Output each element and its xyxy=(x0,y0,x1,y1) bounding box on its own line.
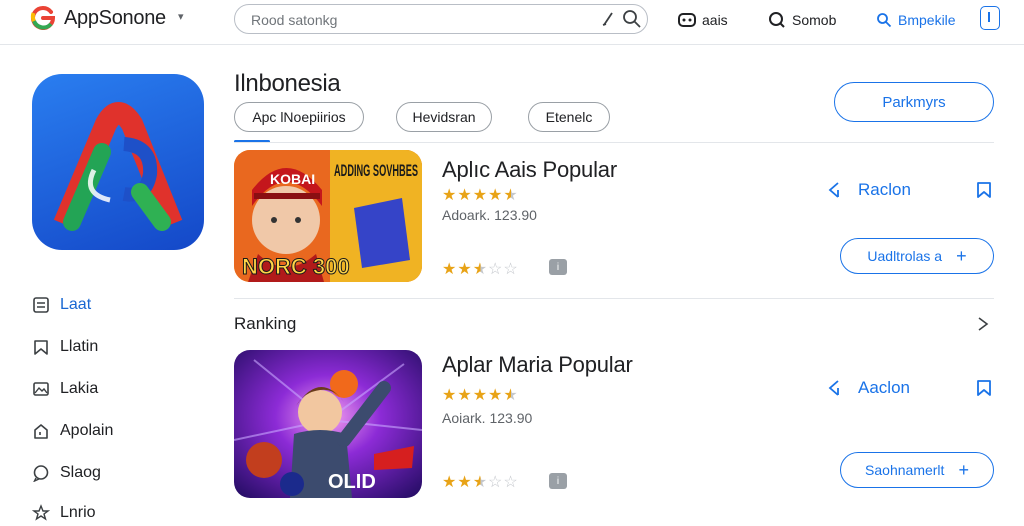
chevron-down-icon[interactable]: ▾ xyxy=(178,10,184,23)
star-icon: ★ xyxy=(457,261,473,278)
thumb-caption: ADDING SOVHBES xyxy=(334,161,418,180)
nav-link-search[interactable]: Somob xyxy=(768,8,836,32)
thumb-caption: NORC 300 xyxy=(242,254,350,279)
star-icon: ★ xyxy=(472,387,489,404)
tab-reviews[interactable]: Hevidsran xyxy=(396,102,492,132)
gamepad-icon xyxy=(678,13,696,27)
chat-bubble-icon xyxy=(769,12,785,28)
sidebar-item-label: Lnrio xyxy=(60,504,96,521)
image-icon xyxy=(33,382,49,396)
share-icon xyxy=(828,182,839,198)
search-bar xyxy=(234,4,648,34)
tab-details[interactable]: Etenelc xyxy=(528,102,610,132)
plus-icon: + xyxy=(958,459,969,480)
thumb-badge-text: KOBAI xyxy=(270,171,315,187)
chat-icon xyxy=(33,465,49,482)
install-button[interactable]: Uadltrolas a + xyxy=(840,238,994,274)
install-button[interactable]: Saohnamerlt + xyxy=(840,452,994,488)
nav-label: Bmpekile xyxy=(898,12,956,28)
rating-stars: ★★★☆☆ xyxy=(442,259,519,279)
star-icon: ★ xyxy=(442,387,458,404)
app-logo-icon xyxy=(32,74,204,250)
plus-icon: + xyxy=(956,245,967,266)
rating-stars: ★★★★★ xyxy=(442,385,519,405)
list-icon xyxy=(33,297,49,313)
home-icon xyxy=(34,424,48,439)
sidebar-item-label: Apolain xyxy=(60,422,114,439)
star-icon: ☆ xyxy=(488,261,504,278)
brand-name[interactable]: AppSonone xyxy=(64,7,166,30)
star-icon: ★ xyxy=(442,187,458,204)
star-icon: ☆ xyxy=(488,474,504,491)
section-title: Ranking xyxy=(234,314,297,333)
star-icon: ★ xyxy=(457,387,473,404)
top-bar: AppSonone ▾ aais Somob Bmpekile xyxy=(0,0,1024,45)
star-icon: ★ xyxy=(472,187,489,204)
app-thumbnail[interactable]: KOBAI ADDING SOVHBES NORC 300 xyxy=(234,150,422,282)
nav-link-account[interactable]: Bmpekile xyxy=(876,8,956,32)
app-meta: Aoiark. 123.90 xyxy=(442,410,533,426)
sidebar-item-label: Lakia xyxy=(60,380,99,397)
bookmark-icon[interactable] xyxy=(976,379,992,397)
star-icon: ★ xyxy=(457,187,473,204)
rating-stars: ★★★★★ xyxy=(442,185,519,205)
bookmark-icon xyxy=(34,340,48,355)
sidebar-item-apolain[interactable]: Apolain xyxy=(32,418,182,444)
chevron-right-icon[interactable] xyxy=(976,316,990,332)
action-label: Raclon xyxy=(858,180,911,199)
star-icon: ★ xyxy=(442,261,458,278)
search-input[interactable] xyxy=(249,10,583,30)
share-link[interactable]: Aaclon xyxy=(826,378,910,398)
sidebar-item-label: Slaog xyxy=(60,464,101,481)
sidebar-item-label: Llatin xyxy=(60,338,99,355)
share-link[interactable]: Raclon xyxy=(826,180,911,200)
star-icon: ★ xyxy=(488,387,504,404)
nav-label: aais xyxy=(702,12,728,28)
info-badge: i xyxy=(549,473,567,489)
sidebar-item-laat[interactable]: Laat xyxy=(32,292,182,318)
nav-label: Somob xyxy=(792,12,837,28)
bookmark-icon[interactable] xyxy=(976,181,992,199)
nav-link-games[interactable]: aais xyxy=(678,8,728,32)
star-icon: ★ xyxy=(503,187,519,204)
sidebar-item-lakia[interactable]: Lakia xyxy=(32,376,182,402)
star-icon: ★ xyxy=(442,474,458,491)
primary-action-button[interactable]: Parkmyrs xyxy=(834,82,994,122)
thumb-caption: OLID xyxy=(328,471,376,493)
app-title[interactable]: Aplıc Aais Popular xyxy=(442,157,617,183)
sidebar-item-slaog[interactable]: Slaog xyxy=(32,460,182,486)
brand-logo-icon[interactable] xyxy=(30,4,56,30)
sidebar-item-label: Laat xyxy=(60,296,92,313)
pill-label: Saohnamerlt xyxy=(865,462,945,478)
star-icon xyxy=(32,504,50,521)
sidebar-item-lnrio[interactable]: Lnrio xyxy=(32,500,182,526)
star-icon: ★ xyxy=(503,387,519,404)
star-icon: ★ xyxy=(488,187,504,204)
app-meta: Adoark. 123.90 xyxy=(442,207,537,223)
rating-stars: ★★★☆☆ xyxy=(442,472,519,492)
divider xyxy=(234,142,994,143)
search-icon xyxy=(877,13,892,28)
info-badge: i xyxy=(549,259,567,275)
pill-label: Uadltrolas a xyxy=(867,248,943,264)
account-button[interactable] xyxy=(980,6,1000,30)
star-icon: ★ xyxy=(457,474,473,491)
action-label: Aaclon xyxy=(858,378,910,397)
star-icon: ★ xyxy=(472,474,489,491)
sidebar-item-llatin[interactable]: Llatin xyxy=(32,334,182,360)
tab-apps[interactable]: Apc lNoepiirios xyxy=(234,102,364,132)
star-icon: ☆ xyxy=(503,261,519,278)
page-title: Ilnbonesia xyxy=(234,70,341,97)
star-icon: ☆ xyxy=(503,474,519,491)
share-icon xyxy=(828,380,839,396)
pen-icon[interactable] xyxy=(601,11,615,27)
divider xyxy=(234,298,994,299)
search-icon[interactable] xyxy=(621,8,643,30)
app-thumbnail[interactable]: OLID xyxy=(234,350,422,498)
app-title[interactable]: Aplar Maria Popular xyxy=(442,352,633,378)
star-icon: ★ xyxy=(472,261,489,278)
